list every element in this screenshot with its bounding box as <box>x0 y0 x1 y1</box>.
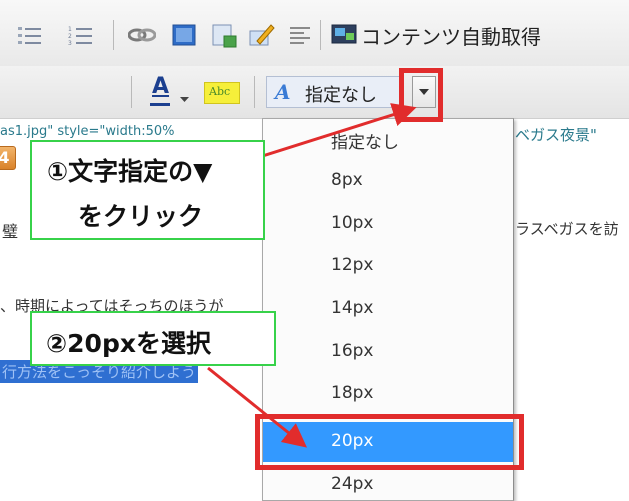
toolbar-format: 4 5 6 A Abc A 指定なし <box>0 66 629 170</box>
toolbar-top: 123 コンテンツ自動取得 <box>0 0 629 66</box>
heading-4-button[interactable]: 4 <box>0 146 16 170</box>
link-icon[interactable] <box>127 26 157 48</box>
insert-image-icon[interactable] <box>212 24 238 52</box>
toolbar-separator <box>320 20 321 50</box>
image-icon[interactable] <box>172 24 196 50</box>
font-color-button[interactable]: A <box>148 74 174 110</box>
svg-text:1: 1 <box>68 26 72 33</box>
toolbar-separator <box>131 76 132 108</box>
auto-fetch-icon[interactable] <box>331 23 357 49</box>
font-size-option-18px[interactable]: 18px <box>263 374 513 414</box>
chevron-down-icon[interactable] <box>180 88 189 107</box>
font-color-letter: A <box>152 74 170 99</box>
highlight-box-20px-option <box>255 414 524 470</box>
edit-pencil-icon[interactable] <box>247 21 275 53</box>
step-2-callout: ②20pxを選択 <box>30 311 276 366</box>
editor-line-2-left: 璧 <box>2 222 19 241</box>
editor-line-1-left: as1.jpg" style="width:50% <box>0 124 175 139</box>
numbered-list-icon[interactable]: 123 <box>68 24 94 50</box>
abc-label: Abc <box>209 85 231 98</box>
svg-text:2: 2 <box>68 33 72 40</box>
font-size-option-12px[interactable]: 12px <box>263 246 513 286</box>
toolbar-separator <box>113 20 114 50</box>
font-size-icon: A <box>275 80 291 104</box>
editor-line-2-right: ラスベガスを訪 <box>515 220 619 238</box>
auto-fetch-label[interactable]: コンテンツ自動取得 <box>361 21 541 50</box>
font-color-swatch <box>150 103 170 106</box>
highlight-color-button[interactable]: Abc <box>204 82 240 104</box>
font-size-option-24px[interactable]: 24px <box>263 465 513 500</box>
font-size-option-8px[interactable]: 8px <box>263 161 513 201</box>
font-size-option-16px[interactable]: 16px <box>263 332 513 372</box>
editor-line-1-right: ベガス夜景" <box>515 126 597 144</box>
font-size-value: 指定なし <box>305 85 377 106</box>
step-2-text: ②20pxを選択 <box>46 329 211 358</box>
step-1-line-1: ①文字指定の▼ <box>47 157 213 186</box>
step-1-callout: ①文字指定の▼ をクリック <box>30 140 265 240</box>
align-icon[interactable] <box>290 26 310 50</box>
font-size-option-10px[interactable]: 10px <box>263 204 513 244</box>
font-size-option-14px[interactable]: 14px <box>263 289 513 329</box>
font-size-option-none[interactable]: 指定なし <box>263 119 513 159</box>
bulleted-list-icon[interactable] <box>18 24 42 50</box>
toolbar-separator <box>254 76 255 108</box>
highlight-box-dropdown-button <box>399 68 443 122</box>
step-1-line-2: をクリック <box>78 202 204 231</box>
svg-text:3: 3 <box>68 40 72 46</box>
font-size-combobox[interactable]: A 指定なし <box>266 76 404 108</box>
